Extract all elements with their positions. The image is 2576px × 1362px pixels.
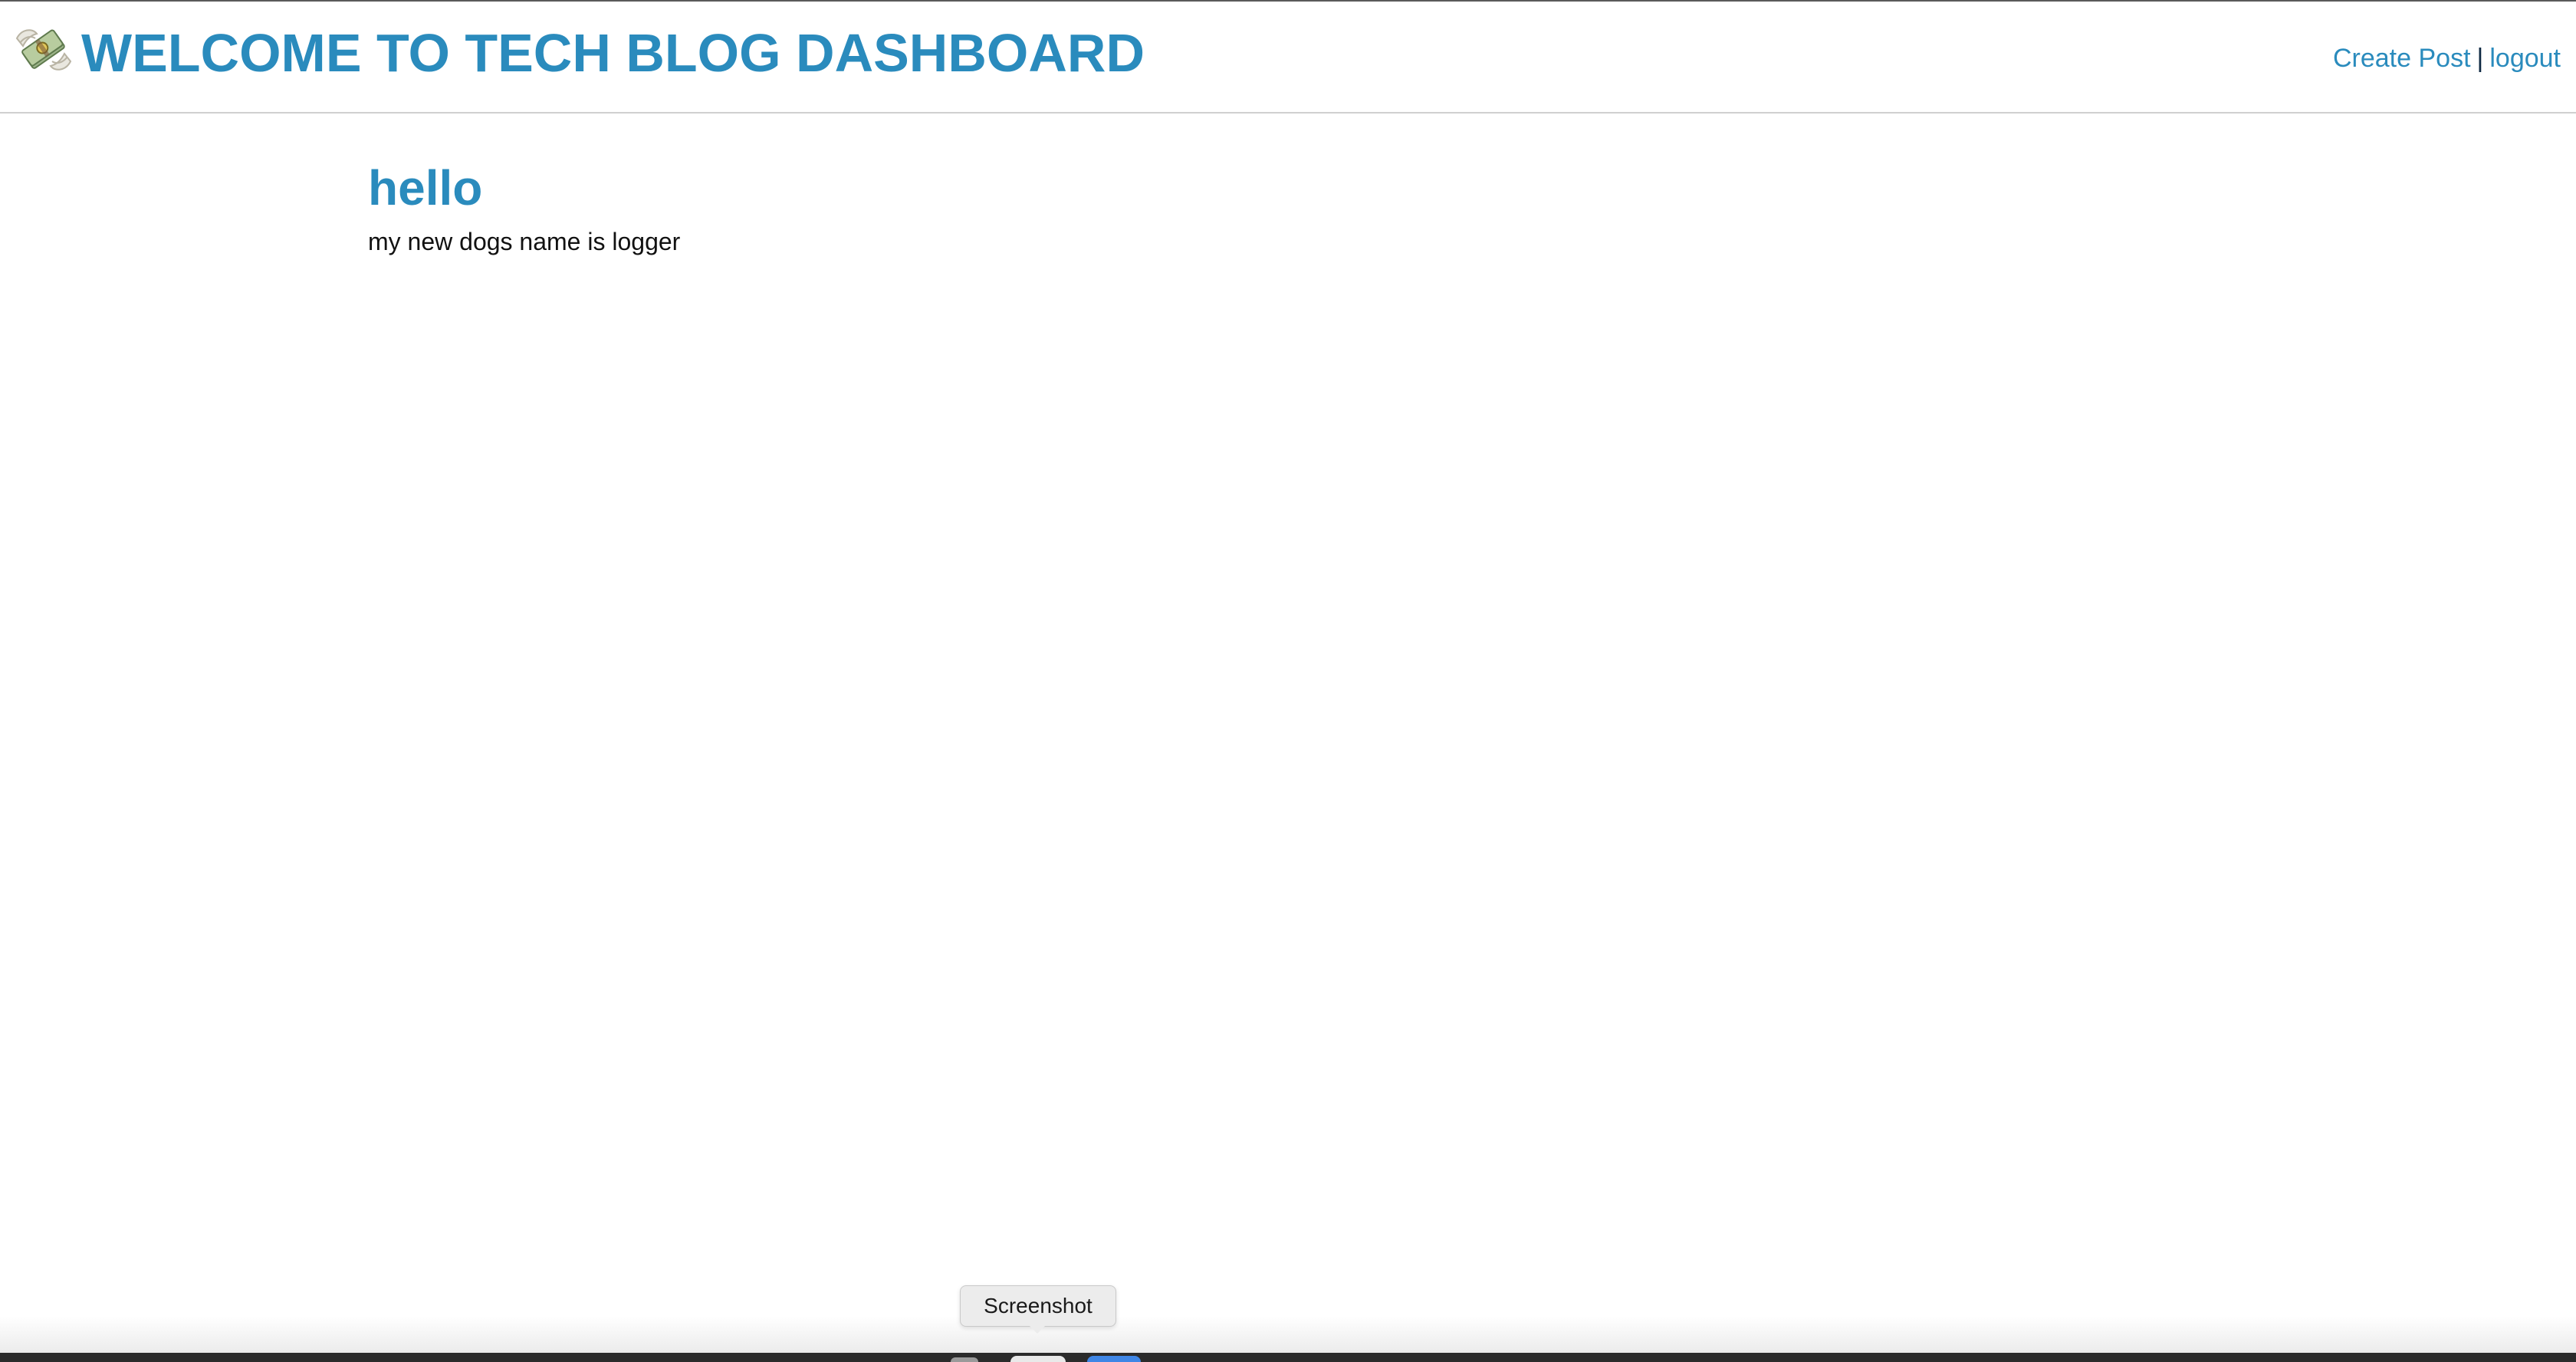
dock-app-icon[interactable]: [951, 1357, 978, 1362]
dock-app-icon-blue[interactable]: [1087, 1356, 1141, 1362]
site-header: WELCOME TO TECH BLOG DASHBOARD Create Po…: [0, 2, 2576, 114]
tooltip-arrow: [1028, 1324, 1046, 1334]
logout-link[interactable]: logout: [2489, 44, 2561, 73]
money-with-wings-icon: [14, 23, 74, 77]
header-nav: Create Post | logout: [2333, 41, 2561, 75]
dock-shade: [0, 1316, 2576, 1356]
dock-tooltip: Screenshot: [960, 1285, 1116, 1327]
create-post-link[interactable]: Create Post: [2333, 44, 2471, 73]
nav-separator: |: [2476, 44, 2484, 73]
post-body: my new dogs name is logger: [368, 228, 681, 255]
page: WELCOME TO TECH BLOG DASHBOARD Create Po…: [0, 0, 2576, 1362]
screenshot-app-icon[interactable]: [1010, 1356, 1066, 1362]
site-title: WELCOME TO TECH BLOG DASHBOARD: [81, 23, 1145, 83]
post-title[interactable]: hello: [368, 158, 2208, 218]
dock: [0, 1353, 2576, 1362]
post-card[interactable]: hello my new dogs name is logger: [368, 158, 2208, 258]
